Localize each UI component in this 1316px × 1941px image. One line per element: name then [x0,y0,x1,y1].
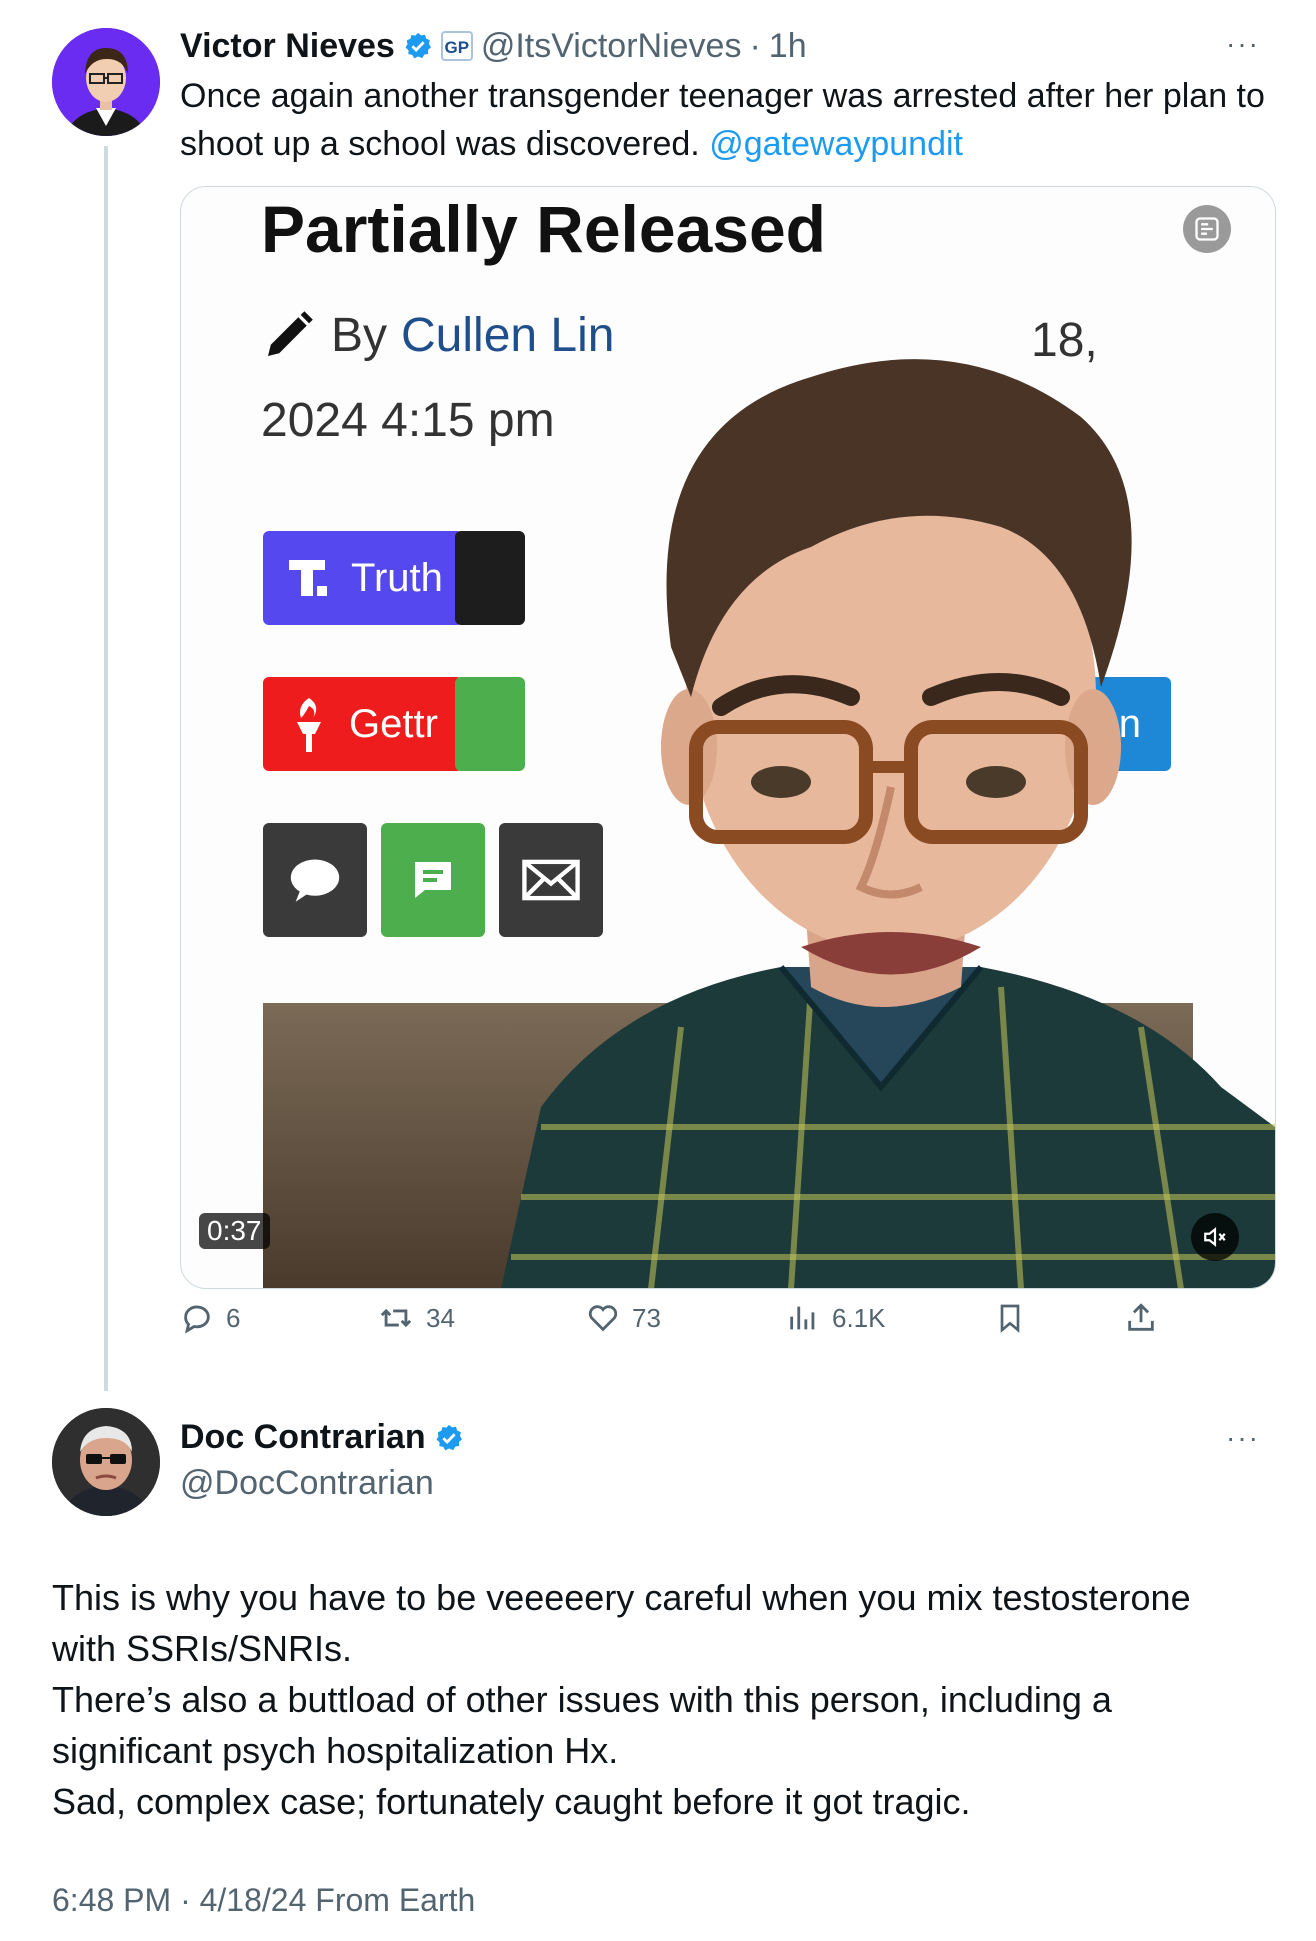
tweet-text-line1: Once again another transgender teenager … [180,77,1265,115]
reply-line: significant psych hospitalization Hx. [52,1730,619,1771]
separator: · [749,26,761,65]
sms-icon [409,856,457,904]
reply-button[interactable]: 6 [180,1298,240,1338]
avatar-victor[interactable] [52,28,160,136]
repost-count: 34 [426,1302,455,1333]
sms-share-button [381,823,485,937]
reply-line: There’s also a buttload of other issues … [52,1679,1112,1720]
truth-label: Truth [351,555,443,600]
reply-author-name[interactable]: Doc Contrarian [180,1418,426,1457]
like-button[interactable]: 73 [586,1298,661,1338]
verified-badge-icon [403,31,433,61]
comment-share-button [263,823,367,937]
byline-by: By [331,308,388,362]
reply-line: with SSRIs/SNRIs. [52,1628,353,1669]
torch-icon [289,694,329,754]
content-warning-icon[interactable] [1183,205,1231,253]
mute-icon[interactable] [1191,1213,1239,1261]
gettr-label: Gettr [349,701,438,746]
mention-link[interactable]: @gatewaypundit [709,125,963,163]
tweet-time[interactable]: 1h [769,27,807,66]
reply-author-handle[interactable]: @DocContrarian [180,1464,434,1503]
reply-icon [180,1301,214,1335]
views-button[interactable]: 6.1K [786,1298,886,1338]
verified-badge-icon [434,1423,464,1453]
speech-bubble-icon [286,855,344,905]
reply-line: Sad, complex case; fortunately caught be… [52,1781,971,1822]
tweet-header: Victor Nieves GP @ItsVictorNieves · 1h [180,22,807,70]
affiliate-badge[interactable]: GP [440,31,473,61]
repost-button[interactable]: 34 [378,1298,455,1338]
author-handle[interactable]: @ItsVictorNieves [481,27,742,66]
more-options-icon[interactable]: ··· [1226,28,1260,60]
pencil-icon [261,307,317,363]
author-name[interactable]: Victor Nieves [180,27,395,66]
views-chart-icon [786,1301,820,1335]
truth-logo-icon [285,554,333,602]
reply-more-options-icon[interactable]: ··· [1226,1422,1260,1454]
share-icon [1124,1301,1158,1335]
truth-share-button: Truth [263,531,463,625]
heart-icon [586,1301,620,1335]
tweet-text: Once again another transgender teenager … [180,72,1290,168]
reply-line: This is why you have to be veeeeery care… [52,1577,1191,1618]
video-duration: 0:37 [199,1213,270,1249]
reply-header: Doc Contrarian [180,1418,464,1457]
views-count: 6.1K [832,1302,886,1333]
bookmark-button[interactable] [994,1298,1026,1338]
bookmark-icon [994,1301,1026,1335]
gettr-share-button: Gettr [263,677,463,771]
tweet-text-line2: shoot up a school was discovered. [180,125,700,163]
avatar-doc[interactable] [52,1408,160,1516]
reply-text: This is why you have to be veeeeery care… [52,1572,1302,1827]
like-count: 73 [632,1302,661,1333]
share-button[interactable] [1124,1298,1158,1338]
reply-timestamp[interactable]: 6:48 PM · 4/18/24 From Earth [52,1882,475,1919]
video-subject [481,227,1275,1288]
thread-line [104,146,108,1391]
reply-count: 6 [226,1302,241,1333]
video-player[interactable]: Partially Released By Cullen Lin 18, 202… [180,186,1276,1289]
repost-icon [378,1301,414,1335]
